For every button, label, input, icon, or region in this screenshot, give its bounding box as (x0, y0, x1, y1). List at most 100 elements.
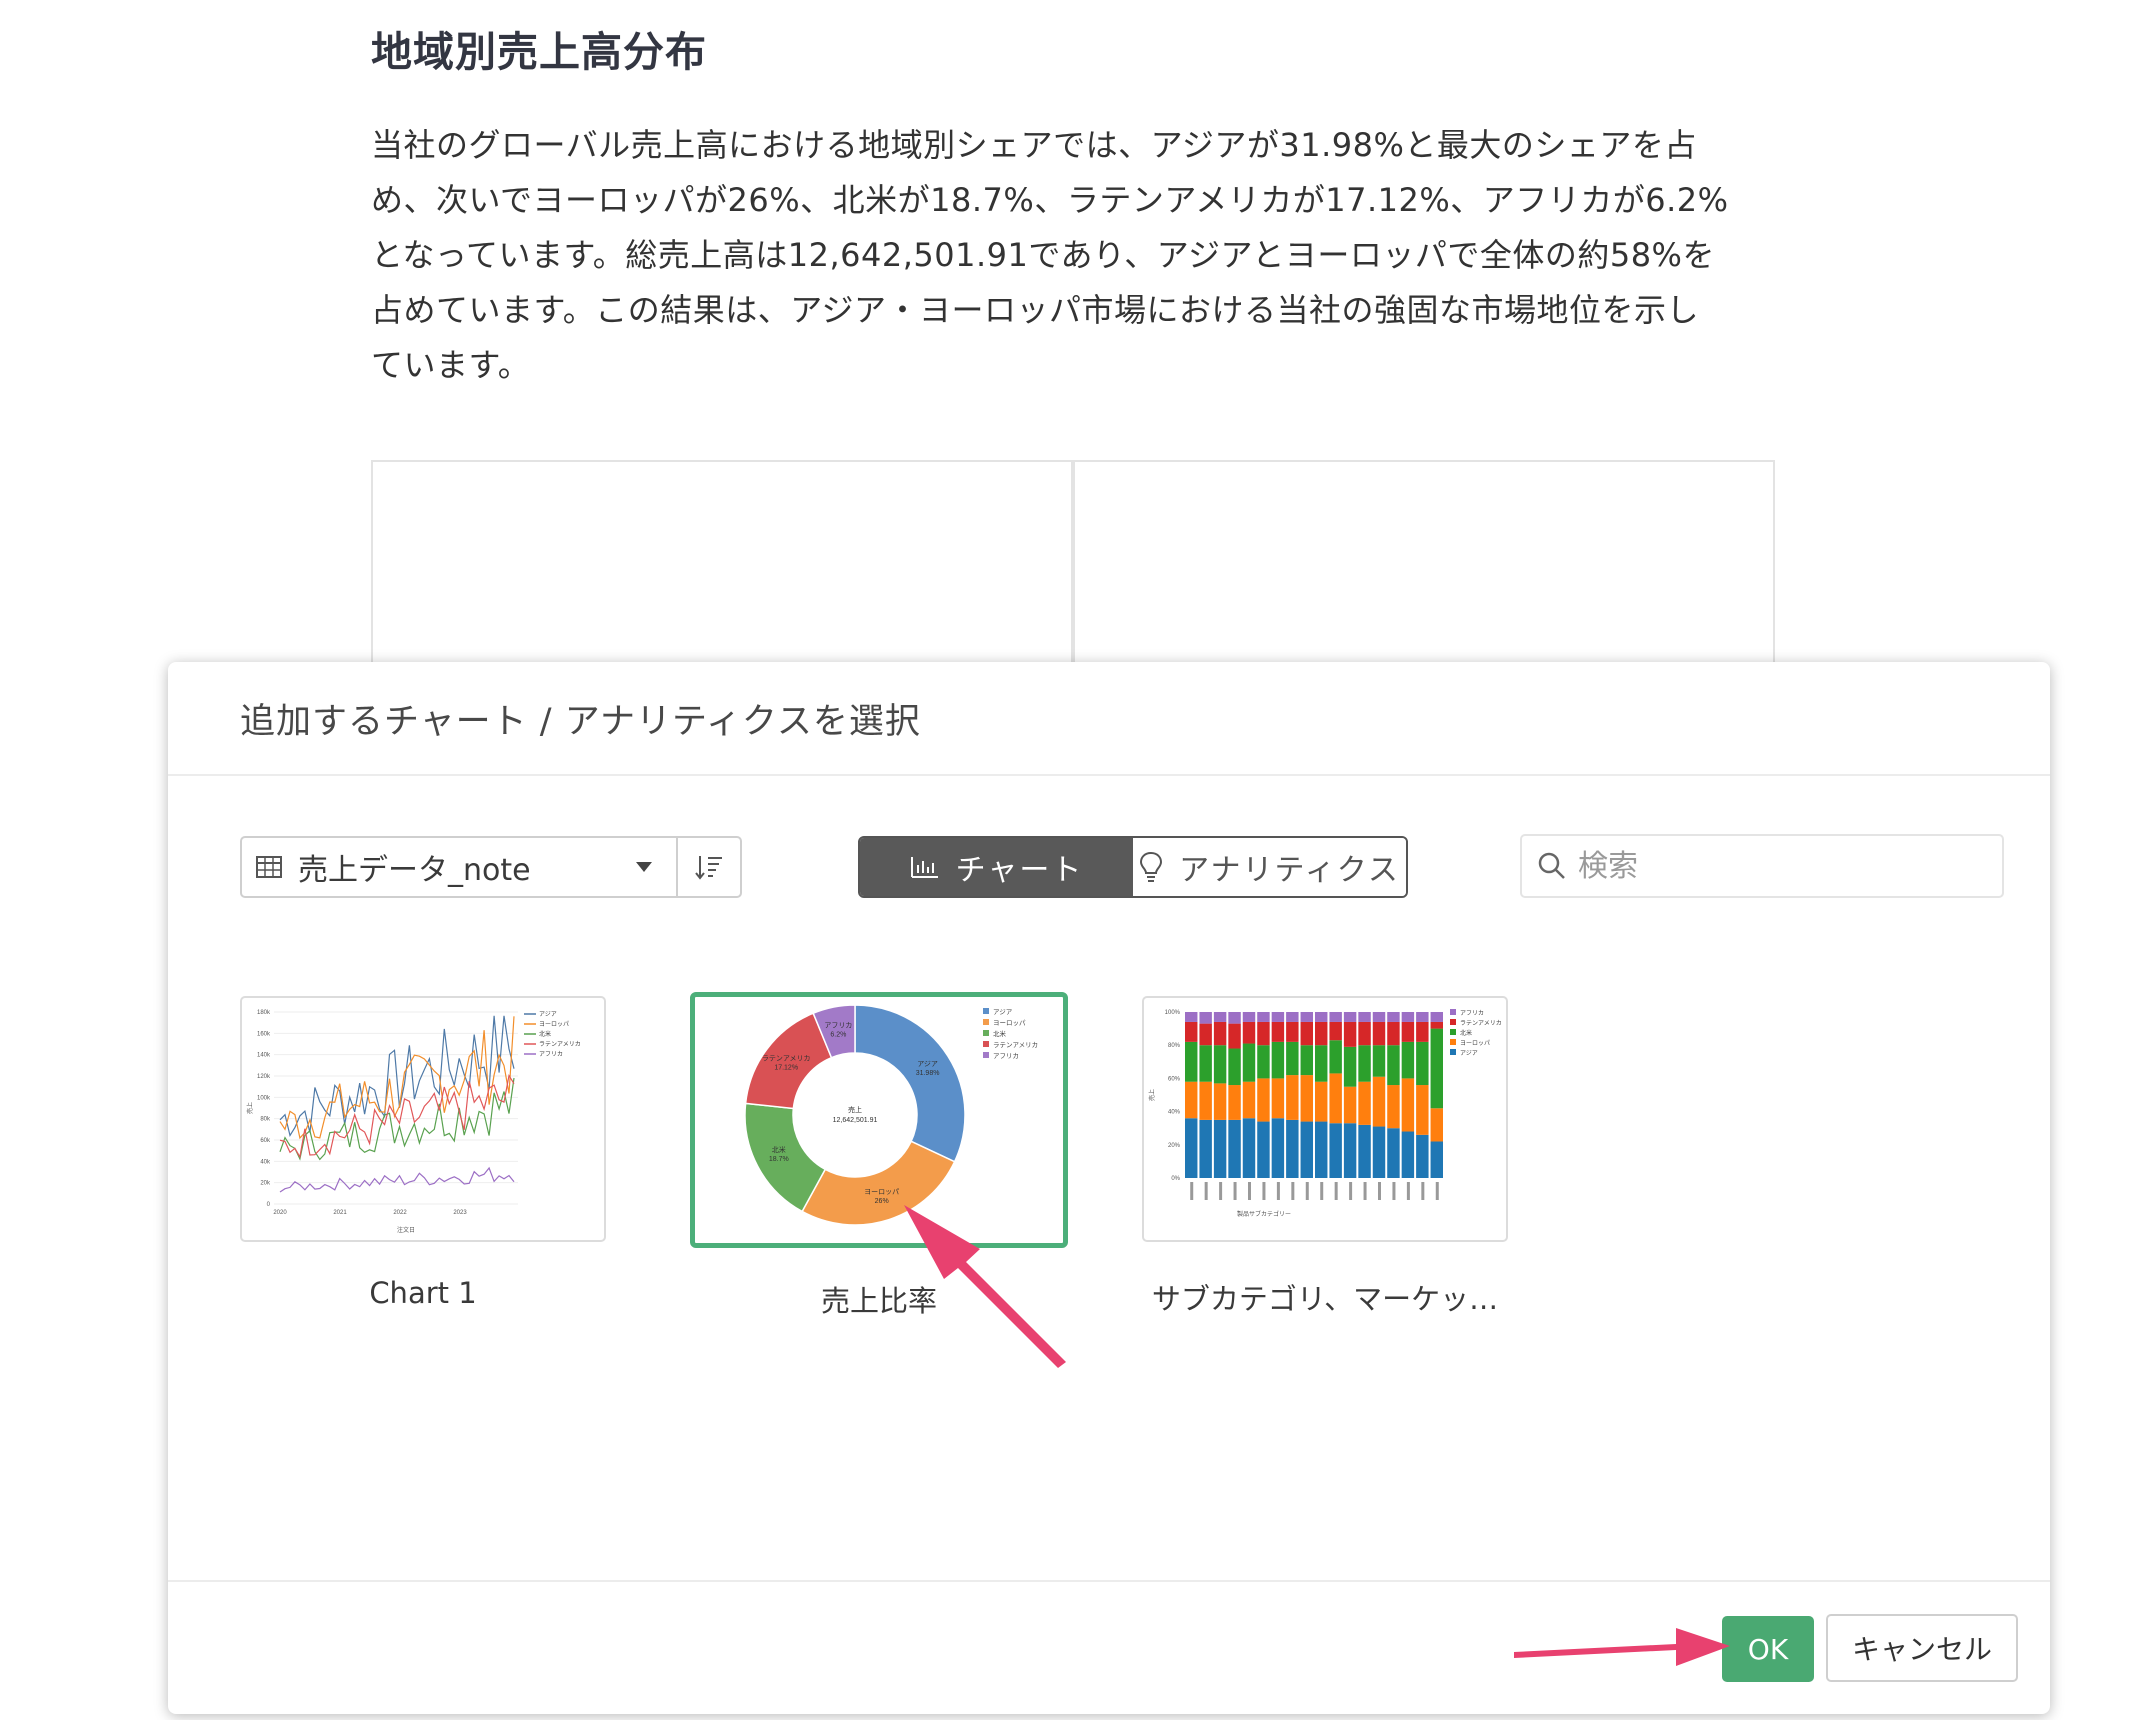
bar-segment (1387, 1021, 1400, 1046)
chevron-down-icon[interactable] (636, 862, 652, 872)
bar-segment (1343, 1046, 1357, 1087)
center-label: 売上 (848, 1105, 862, 1114)
legend-label: ヨーロッパ (539, 1021, 569, 1028)
tab-chart-label: チャート (955, 853, 1084, 888)
chart-placeholder-right[interactable] (1073, 460, 1775, 670)
bar-segment (1242, 1043, 1256, 1082)
bar-segment (1286, 1012, 1299, 1022)
dialog-header: 追加するチャート / アナリティクスを選択 (168, 662, 2050, 776)
bar-segment (1185, 1118, 1198, 1178)
data-source-select[interactable]: 売上データ_note (240, 836, 742, 898)
legend-swatch (1450, 1029, 1456, 1035)
bar-segment (1416, 1085, 1429, 1135)
x-tick-label (1349, 1182, 1353, 1200)
chart-placeholder-left[interactable] (371, 460, 1073, 670)
donut-chart-thumbnail: アジア31.98%アジアヨーロッパ26%ヨーロッパ北米18.7%北米ラテンアメリ… (744, 1004, 1038, 1226)
bar-segment (1213, 1083, 1227, 1120)
bar-segment (1228, 1085, 1241, 1120)
dialog-footer: OK キャンセル (168, 1580, 2050, 1714)
legend-label: ラテンアメリカ (993, 1041, 1038, 1049)
bar-segment (1401, 1012, 1415, 1022)
bar-segment (1358, 1124, 1371, 1178)
bar-segment (1300, 1075, 1313, 1122)
bar-segment (1372, 1012, 1386, 1022)
bar-segment (1315, 1021, 1328, 1046)
chart-thumbnail[interactable]: 0 20k 40k 60k 80k 100k 120k 140k 160k 180k 2020 202… (240, 996, 606, 1242)
search-box[interactable] (1520, 834, 2004, 898)
bar-segment (1315, 1012, 1328, 1022)
y-tick-label: 160k (257, 1031, 271, 1037)
x-tick-label (1276, 1182, 1280, 1200)
slice-label: アジア (917, 1060, 938, 1068)
bar-segment (1286, 1075, 1299, 1120)
tab-analytics[interactable]: アナリティクス (1133, 838, 1406, 896)
legend-label: 北米 (1460, 1029, 1472, 1037)
x-tick-label (1262, 1182, 1266, 1200)
chart-card-label: サブカテゴリ、マーケッ… (1151, 1282, 1499, 1316)
bar-segment (1343, 1021, 1357, 1047)
slice-value-label: 17.12% (774, 1064, 798, 1071)
bar-segment (1300, 1021, 1313, 1046)
tab-chart[interactable]: チャート (860, 838, 1133, 896)
data-source-label: 売上データ_note (298, 853, 531, 888)
bar-segment (1271, 1118, 1285, 1178)
bar-segment (1416, 1041, 1429, 1086)
bar-segment (1271, 1041, 1285, 1079)
bar-segment (1286, 1041, 1299, 1076)
pie-slice (801, 1140, 956, 1226)
bar-segment (1242, 1081, 1256, 1119)
legend-swatch (983, 1008, 989, 1014)
chart-card-subcategory[interactable]: 0% 20% 40% 60% 80% 100% 売上 製品サブカテゴリー アフリカ ラテンアメリカ… (1142, 996, 1508, 1318)
paragraph-line: 占めています。この結果は、アジア・ヨーロッパ市場における当社の強固な市場地位を示… (371, 291, 1700, 329)
y-tick-label: 40% (1168, 1110, 1181, 1116)
paragraph-line: ています。 (371, 346, 531, 384)
bar-segment (1329, 1040, 1342, 1074)
x-tick-label (1435, 1182, 1439, 1200)
y-axis-label: 売上 (246, 1102, 254, 1114)
bar-segment (1315, 1121, 1328, 1178)
bar-segment (1358, 1045, 1371, 1082)
legend-swatch (983, 1030, 989, 1036)
bar-segment (1343, 1123, 1357, 1178)
chart-thumbnail[interactable]: アジア 31.98% アジア ヨーロッパ 26% ヨーロッパ 北米 18.7% 北米 ラテンアメリ… (690, 992, 1068, 1248)
chart-card-label: 売上比率 (820, 1284, 937, 1318)
x-tick-label (1378, 1182, 1381, 1200)
bar-segment (1300, 1012, 1313, 1022)
chart-thumbnail[interactable]: 0% 20% 40% 60% 80% 100% 売上 製品サブカテゴリー アフリカ ラテンアメリカ… (1142, 996, 1508, 1242)
bar-segment (1329, 1012, 1342, 1022)
bar-segment (1286, 1119, 1299, 1178)
bar-segment (1185, 1021, 1198, 1042)
legend-swatch (983, 1041, 989, 1047)
x-axis-label: 注文日 (397, 1226, 415, 1234)
bar-segment (1329, 1123, 1342, 1178)
x-tick-label (1392, 1182, 1396, 1200)
search-input[interactable] (1576, 847, 1980, 885)
y-tick-label: 40k (260, 1159, 271, 1165)
bar-segment (1286, 1021, 1299, 1042)
bar-segment (1271, 1012, 1285, 1022)
bar-segment (1315, 1081, 1328, 1122)
x-tick-label: 2023 (453, 1210, 467, 1216)
bar-segment (1185, 1012, 1198, 1022)
slice-value-label: 18.7% (769, 1156, 789, 1163)
bar-segment (1401, 1131, 1415, 1178)
bar-segment (1257, 1012, 1270, 1022)
cancel-button[interactable]: キャンセル (1826, 1614, 2018, 1682)
chart-card-chart1[interactable]: 0 20k 40k 60k 80k 100k 120k 140k 160k 180k 2020 202… (240, 996, 606, 1310)
bar-segment (1242, 1118, 1256, 1178)
paragraph-line: 当社のグローバル売上高における地域別シェアでは、アジアが31.98%と最大のシェ… (371, 126, 1697, 164)
bar-segment (1257, 1045, 1270, 1079)
ok-button[interactable]: OK (1722, 1616, 1814, 1682)
bar-segment (1387, 1128, 1400, 1178)
bar-segment (1228, 1012, 1241, 1024)
bar-segment (1199, 1119, 1212, 1178)
x-tick-label (1291, 1182, 1295, 1200)
slice-value-label: 26% (875, 1198, 889, 1205)
y-tick-label: 100k (257, 1095, 271, 1101)
legend-swatch (983, 1052, 989, 1058)
sort-button[interactable] (676, 838, 740, 896)
x-tick-label (1406, 1182, 1410, 1200)
summary-paragraph: 当社のグローバル売上高における地域別シェアでは、アジアが31.98%と最大のシェ… (371, 118, 1791, 393)
chart-card-sales-ratio[interactable]: アジア 31.98% アジア ヨーロッパ 26% ヨーロッパ 北米 18.7% 北米 ラテンアメリ… (690, 992, 1068, 1320)
y-tick-label: 120k (257, 1074, 271, 1080)
